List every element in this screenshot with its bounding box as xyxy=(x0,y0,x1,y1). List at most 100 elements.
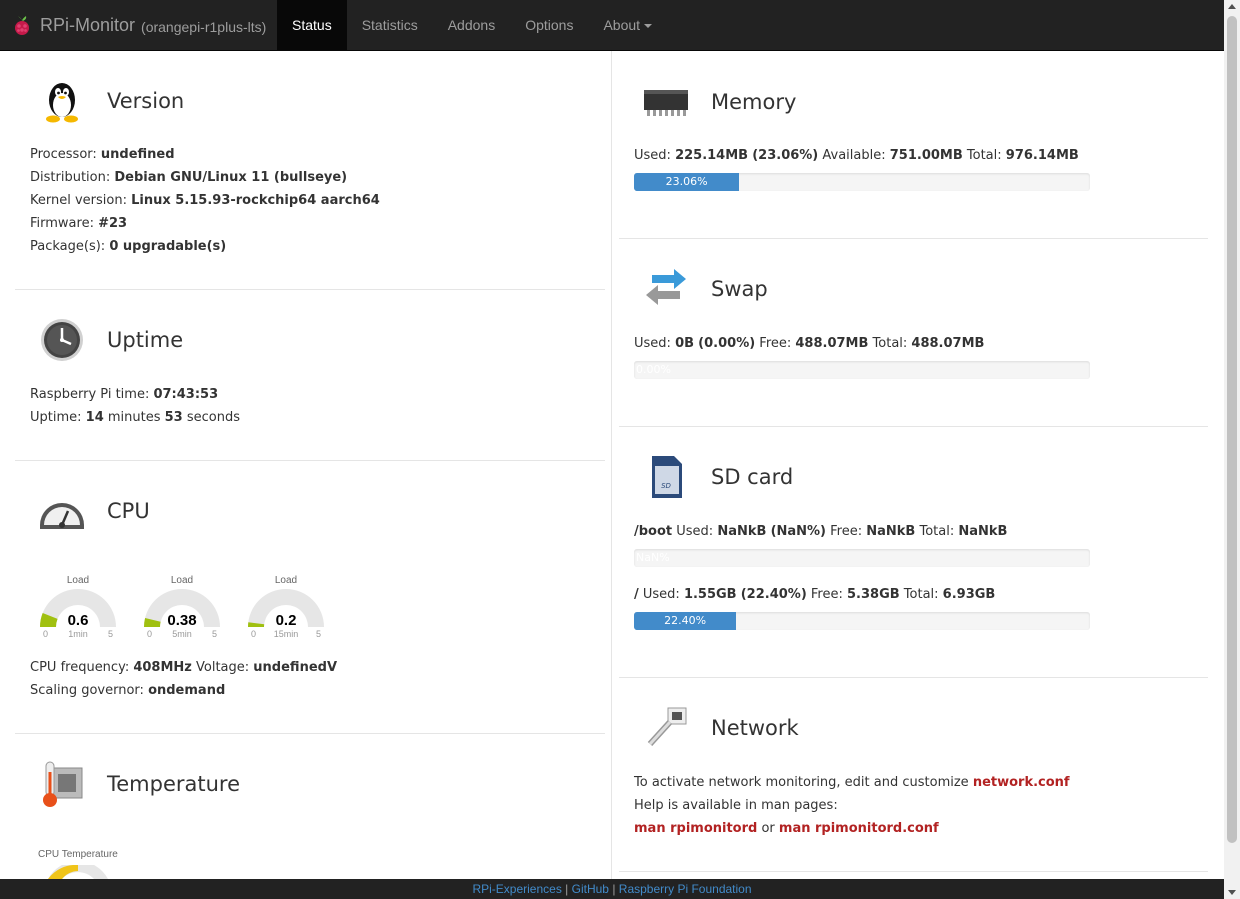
cpu-title: CPU xyxy=(107,499,150,523)
kernel-label: Kernel version: xyxy=(30,193,132,208)
scroll-down-arrow-icon[interactable] xyxy=(1228,890,1236,895)
scrollbar-thumb[interactable] xyxy=(1227,16,1237,843)
swap-arrows-icon xyxy=(642,265,690,313)
man-rpimonitord-conf-link[interactable]: man rpimonitord.conf xyxy=(779,821,939,836)
uptime-minutes-unit: minutes xyxy=(103,410,165,425)
sdcard-section: SD SD card /boot Used: NaNkB (NaN%) Free… xyxy=(619,427,1208,678)
root-used-value: 1.55GB xyxy=(683,587,737,602)
swap-used-label: Used: xyxy=(634,336,676,351)
temperature-header: Temperature xyxy=(38,760,240,808)
processor-value: undefined xyxy=(100,147,175,162)
man-rpimonitord-link[interactable]: man rpimonitord xyxy=(634,821,757,836)
root-progress-fill: 22.40% xyxy=(634,612,737,630)
gauge-label: Load xyxy=(274,575,298,586)
footer-link-github[interactable]: GitHub xyxy=(572,882,609,896)
tab-addons[interactable]: Addons xyxy=(433,0,510,50)
governor-line: Scaling governor: ondemand xyxy=(30,683,225,698)
man-pages-line: man rpimonitord or man rpimonitord.conf xyxy=(634,821,939,836)
tab-about[interactable]: About xyxy=(588,0,667,50)
swap-section: Swap Used: 0B (0.00%) Free: 488.07MB Tot… xyxy=(619,239,1208,427)
boot-total-label: Total: xyxy=(915,524,959,539)
gauge-max: 5 xyxy=(316,629,322,639)
distribution-label: Distribution: xyxy=(30,170,115,185)
footer-separator: | xyxy=(561,882,572,896)
footer-link-raspberry-pi-foundation[interactable]: Raspberry Pi Foundation xyxy=(619,882,752,896)
footer-separator: | xyxy=(608,882,619,896)
tab-statistics[interactable]: Statistics xyxy=(347,0,433,50)
boot-free-value: NaNkB xyxy=(866,524,916,539)
footer-link-rpi-experiences[interactable]: RPi-Experiences xyxy=(472,882,561,896)
memory-header: Memory xyxy=(642,78,796,126)
memory-progress-bar: 23.06% xyxy=(634,173,1090,191)
cpu-frequency-line: CPU frequency: 408MHz Voltage: undefined… xyxy=(30,660,337,675)
load-gauge-15min: Load 0.2 0 15min 5 xyxy=(246,575,336,647)
boot-used-value: NaNkB xyxy=(717,524,767,539)
sd-card-icon: SD xyxy=(642,453,690,501)
uptime-header: Uptime xyxy=(38,316,183,364)
root-used-label: Used: xyxy=(638,587,684,602)
version-section: Version Processor: undefined Distributio… xyxy=(15,51,605,290)
governor-label: Scaling governor: xyxy=(30,683,149,698)
packages-label: Package(s): xyxy=(30,239,110,254)
memory-section: Memory Used: 225.14MB (23.06%) Available… xyxy=(619,51,1208,239)
network-cable-icon xyxy=(642,704,690,752)
network-section: Network To activate network monitoring, … xyxy=(619,678,1208,872)
left-column: Version Processor: undefined Distributio… xyxy=(0,51,612,879)
cpu-frequency-value: 408MHz xyxy=(133,660,192,675)
swap-total-value: 488.07MB xyxy=(911,336,985,351)
memory-used-label: Used: xyxy=(634,148,676,163)
root-progress-bar: 22.40% xyxy=(634,612,1090,630)
memory-used-pct: (23.06%) xyxy=(752,148,819,163)
boot-progress-bar: NaN% xyxy=(634,549,1090,567)
svg-text:SD: SD xyxy=(661,482,671,490)
processor-label: Processor: xyxy=(30,147,101,162)
firmware-line: Firmware: #23 xyxy=(30,216,127,231)
gauge-max: 5 xyxy=(108,629,114,639)
firmware-label: Firmware: xyxy=(30,216,99,231)
vertical-scrollbar[interactable] xyxy=(1224,0,1240,899)
gauge-value: 0.2 xyxy=(275,612,297,629)
root-used-pct: (22.40%) xyxy=(740,587,807,602)
memory-usage-line: Used: 225.14MB (23.06%) Available: 751.0… xyxy=(634,148,1079,163)
tab-options[interactable]: Options xyxy=(510,0,588,50)
firmware-value: #23 xyxy=(98,216,128,231)
gauge-max: 5 xyxy=(212,629,218,639)
kernel-line: Kernel version: Linux 5.15.93-rockchip64… xyxy=(30,193,380,208)
rpi-time-line: Raspberry Pi time: 07:43:53 xyxy=(30,387,218,402)
version-header: Version xyxy=(38,77,184,125)
network-info-line: To activate network monitoring, edit and… xyxy=(634,775,1070,790)
distribution-line: Distribution: Debian GNU/Linux 11 (bulls… xyxy=(30,170,347,185)
scroll-up-arrow-icon[interactable] xyxy=(1228,4,1236,9)
gauge-label: Load xyxy=(66,575,90,586)
kernel-value: Linux 5.15.93-rockchip64 aarch64 xyxy=(131,193,380,208)
load-gauge-5min: Load 0.38 0 5min 5 xyxy=(142,575,232,647)
tux-penguin-icon xyxy=(38,77,86,125)
cpu-section: CPU Load 0.6 0 1min 5 Load 0.38 0 5min 5 xyxy=(15,461,605,734)
gauge-value: 0.6 xyxy=(67,612,89,629)
version-title: Version xyxy=(107,89,185,113)
packages-value: 0 upgradable(s) xyxy=(109,239,227,254)
network-conf-link[interactable]: network.conf xyxy=(973,775,1070,790)
boot-used-pct: (NaN%) xyxy=(770,524,827,539)
brand[interactable]: RPi-Monitor (orangepi-r1plus-lts) xyxy=(12,0,266,50)
sdcard-title: SD card xyxy=(711,465,794,489)
swap-used-pct: (0.00%) xyxy=(698,336,756,351)
sdcard-header: SD SD card xyxy=(642,453,793,501)
cpu-frequency-label: CPU frequency: xyxy=(30,660,134,675)
brand-title[interactable]: RPi-Monitor xyxy=(40,15,135,36)
gauge-label: Load xyxy=(170,575,194,586)
memory-progress-fill: 23.06% xyxy=(634,173,740,191)
uptime-label: Uptime: xyxy=(30,410,86,425)
thermometer-cpu-icon xyxy=(38,760,86,808)
boot-progress-text: NaN% xyxy=(636,551,670,564)
clock-icon xyxy=(38,316,86,364)
network-header: Network xyxy=(642,704,799,752)
tab-status[interactable]: Status xyxy=(277,0,347,50)
swap-total-label: Total: xyxy=(868,336,912,351)
nav-tabs: Status Statistics Addons Options About xyxy=(277,0,667,50)
temperature-section: Temperature CPU Temperature xyxy=(15,734,605,879)
temperature-title: Temperature xyxy=(107,772,241,796)
swap-progress-bar: 0.00% xyxy=(634,361,1090,379)
uptime-seconds-unit: seconds xyxy=(182,410,241,425)
memory-used-value: 225.14MB xyxy=(675,148,749,163)
